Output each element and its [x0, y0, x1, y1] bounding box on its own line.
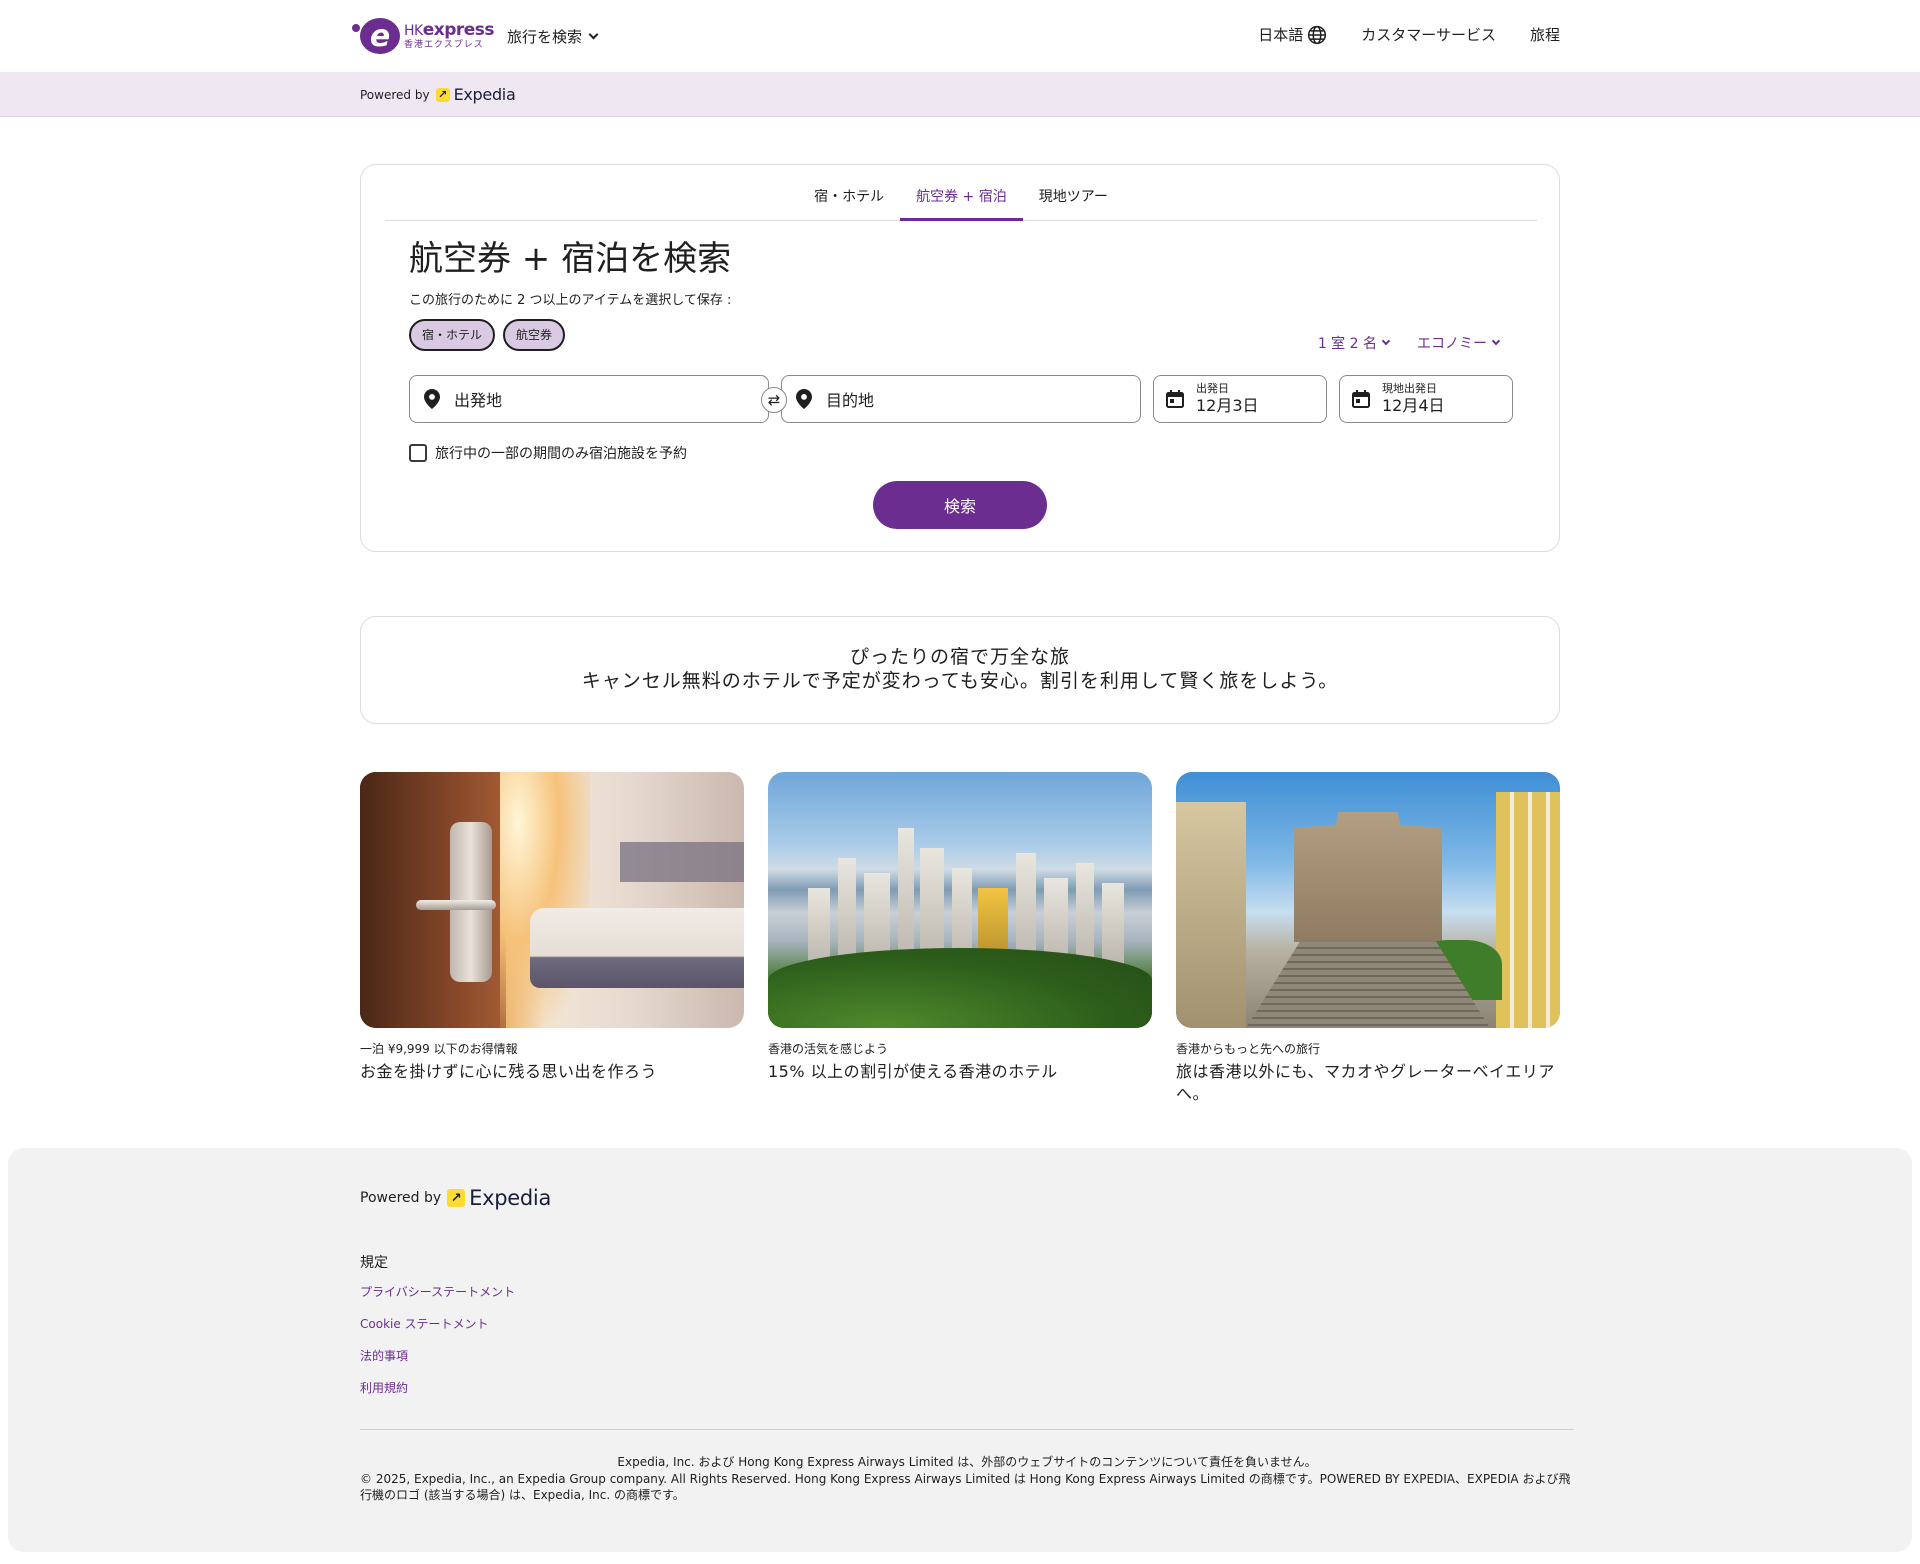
privacy-statement-link[interactable]: プライバシーステートメント	[360, 1284, 515, 1316]
departure-date-field[interactable]: 出発日 12月3日	[1153, 375, 1327, 423]
card-eyebrow: 一泊 ¥9,999 以下のお得情報	[360, 1042, 518, 1056]
deal-card-budget[interactable]: 一泊 ¥9,999 以下のお得情報 お金を掛けずに心に残る思い出を作ろう	[360, 772, 744, 1083]
deal-card-macau[interactable]: 香港からもっと先への旅行 旅は香港以外にも、マカオやグレーターベイエリアへ。	[1176, 772, 1560, 1105]
logo-brand-bold: express	[422, 20, 495, 40]
origin-placeholder: 出発地	[454, 391, 503, 410]
footer-policy-links: プライバシーステートメント Cookie ステートメント 法的事項 利用規約	[360, 1284, 515, 1412]
destination-placeholder: 目的地	[826, 391, 875, 410]
card-eyebrow: 香港の活気を感じよう	[768, 1042, 889, 1056]
card-title: お金を掛けずに心に残る思い出を作ろう	[360, 1062, 658, 1081]
footer-policies-heading: 規定	[360, 1255, 388, 1271]
top-navigation: e HKexpress 香港エクスプレス 旅行を検索 日本語 カスタマーサービス…	[0, 0, 1920, 72]
footer-powered-by-label: Powered by	[360, 1190, 442, 1206]
search-form-card: 宿・ホテル 航空券 + 宿泊 現地ツアー 航空券 + 宿泊を検索 この旅行のため…	[360, 164, 1560, 552]
card-eyebrow: 香港からもっと先への旅行	[1176, 1042, 1321, 1056]
calendar-icon	[1352, 390, 1370, 408]
chevron-down-icon	[1491, 336, 1501, 346]
customer-service-link[interactable]: カスタマーサービス	[1361, 24, 1496, 45]
bundle-chips: 宿・ホテル 航空券	[409, 319, 566, 351]
powered-by-bar: Powered by ↗ Expedia	[0, 72, 1920, 117]
footer-expedia-logo-text: Expedia	[469, 1186, 552, 1210]
partial-stay-checkbox[interactable]	[409, 444, 427, 462]
page-title: 航空券 + 宿泊を検索	[409, 239, 732, 279]
destination-input[interactable]: 目的地	[781, 375, 1141, 423]
ruins-of-st-pauls-image	[1176, 772, 1560, 1028]
cabin-class-selector[interactable]: エコノミー	[1417, 333, 1501, 353]
cookie-statement-link[interactable]: Cookie ステートメント	[360, 1316, 515, 1348]
promo-description: キャンセル無料のホテルで予定が変わっても安心。割引を利用して賢く旅をしよう。	[581, 670, 1339, 692]
footer-disclaimer: Expedia, Inc. および Hong Kong Express Airw…	[617, 1455, 1317, 1469]
chip-flights[interactable]: 航空券	[503, 319, 566, 351]
chevron-down-icon	[588, 29, 599, 40]
bundle-instruction: この旅行のために 2 つ以上のアイテムを選択して保存 :	[409, 293, 732, 308]
deal-card-hongkong[interactable]: 香港の活気を感じよう 15% 以上の割引が使える香港のホテル	[768, 772, 1152, 1083]
expedia-logo-text: Expedia	[453, 85, 516, 104]
calendar-icon	[1166, 390, 1184, 408]
search-travel-menu[interactable]: 旅行を検索	[507, 26, 599, 47]
logo-subtitle: 香港エクスプレス	[404, 40, 484, 50]
return-date-label: 現地出発日	[1382, 382, 1437, 395]
hk-express-logo[interactable]: e HKexpress 香港エクスプレス	[352, 18, 495, 54]
rooms-travelers-selector[interactable]: 1 室 2 名	[1317, 333, 1391, 353]
rooms-travelers-label: 1 室 2 名	[1317, 336, 1377, 352]
globe-icon	[1308, 25, 1327, 44]
language-label: 日本語	[1258, 26, 1304, 44]
legal-link[interactable]: 法的事項	[360, 1348, 515, 1380]
terms-of-use-link[interactable]: 利用規約	[360, 1380, 515, 1412]
language-selector[interactable]: 日本語	[1258, 24, 1327, 45]
return-date-value: 12月4日	[1382, 396, 1445, 415]
chevron-down-icon	[1381, 336, 1391, 346]
card-title: 15% 以上の割引が使える香港のホテル	[768, 1062, 1058, 1081]
card-title: 旅は香港以外にも、マカオやグレーターベイエリアへ。	[1176, 1062, 1555, 1103]
location-pin-icon	[424, 389, 440, 409]
search-travel-label: 旅行を検索	[507, 28, 583, 46]
departure-date-value: 12月3日	[1196, 396, 1259, 415]
hotel-room-image	[360, 772, 744, 1028]
hk-express-e-icon: e	[352, 18, 400, 54]
swap-arrows-icon: ⇄	[767, 391, 781, 409]
logo-brand: HK	[404, 23, 423, 39]
departure-date-label: 出発日	[1196, 382, 1229, 395]
cabin-class-label: エコノミー	[1417, 336, 1487, 352]
promo-headline: ぴったりの宿で万全な旅	[849, 646, 1070, 668]
tab-activities[interactable]: 現地ツアー	[1023, 185, 1124, 221]
footer-divider	[360, 1429, 1574, 1430]
search-button[interactable]: 検索	[873, 481, 1047, 529]
return-date-field[interactable]: 現地出発日 12月4日	[1339, 375, 1513, 423]
location-pin-icon	[796, 389, 812, 409]
chip-stays[interactable]: 宿・ホテル	[409, 319, 496, 351]
origin-input[interactable]: 出発地	[409, 375, 769, 423]
tab-flight-hotel[interactable]: 航空券 + 宿泊	[900, 185, 1023, 221]
promo-banner: ぴったりの宿で万全な旅 キャンセル無料のホテルで予定が変わっても安心。割引を利用…	[360, 616, 1560, 724]
powered-by-label: Powered by	[360, 87, 430, 102]
partial-stay-label[interactable]: 旅行中の一部の期間のみ宿泊施設を予約	[435, 443, 687, 463]
expedia-arrow-icon: ↗	[447, 1189, 466, 1207]
swap-locations-button[interactable]: ⇄	[761, 387, 787, 413]
footer-copyright: © 2025, Expedia, Inc., an Expedia Group …	[360, 1472, 1571, 1502]
site-footer: Powered by ↗ Expedia 規定 プライバシーステートメント Co…	[8, 1148, 1912, 1552]
tab-stays[interactable]: 宿・ホテル	[798, 185, 900, 221]
search-tabs: 宿・ホテル 航空券 + 宿泊 現地ツアー	[385, 185, 1537, 221]
itinerary-link[interactable]: 旅程	[1530, 24, 1560, 45]
expedia-arrow-icon: ↗	[435, 87, 450, 102]
hong-kong-skyline-image	[768, 772, 1152, 1028]
